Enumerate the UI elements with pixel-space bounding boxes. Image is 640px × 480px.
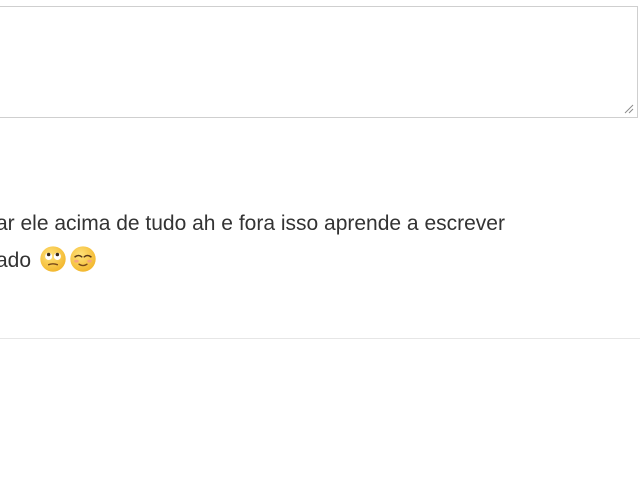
comment-line-2-text: ado <box>0 249 32 272</box>
face-with-rolling-eyes-icon <box>40 246 66 272</box>
resize-handle-icon[interactable] <box>622 102 634 114</box>
comment-divider <box>0 338 640 339</box>
relieved-face-icon <box>70 246 96 272</box>
comment-line-1: ar ele acima de tudo ah e fora isso apre… <box>0 212 505 235</box>
page: ar ele acima de tudo ah e fora isso apre… <box>0 0 640 480</box>
reply-textarea-container <box>0 6 638 118</box>
reply-textarea[interactable] <box>0 7 637 117</box>
comment-line-2: ado <box>0 242 640 279</box>
comment-body: ar ele acima de tudo ah e fora isso apre… <box>0 205 640 279</box>
